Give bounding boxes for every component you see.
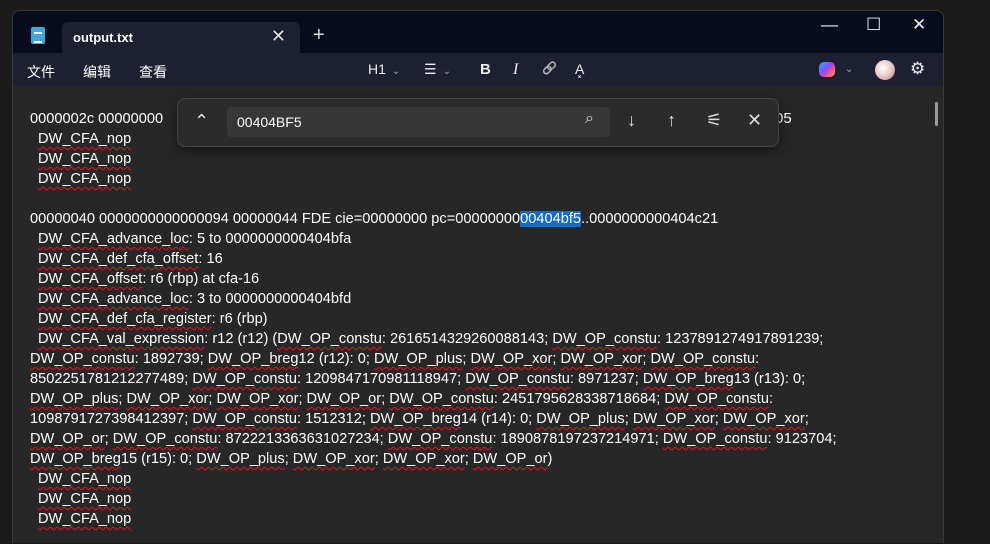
document-text[interactable]: 0000002c 00000000 DW_CFA_nop DW_CFA_nop DW_… [30,109,930,529]
text-line-content: DW_OP_breg15 (r15): 0; DW_OP_plus; DW_OP… [30,451,553,467]
text-line: DW_CFA_advance_loc: 3 to 0000000000404bf… [30,289,930,309]
close-tab-icon[interactable]: ✕ [271,26,286,47]
new-tab-button[interactable]: + [313,24,325,47]
find-options-icon[interactable]: ⚟ [706,110,722,131]
find-next-button[interactable]: ↓ [627,110,636,131]
text-editor[interactable]: 0000002c 00000000 DW_CFA_nop DW_CFA_nop DW_… [13,86,943,543]
text-line-content: DW_CFA_advance_loc: 3 to 0000000000404bf… [38,291,352,307]
text-line-content: DW_OP_or; DW_OP_constu: 8722213363631027… [30,431,837,447]
menu-edit[interactable]: 编辑 [83,62,111,82]
copilot-chevron-icon[interactable]: ⌄ [845,64,853,75]
text-line-content: DW_OP_plus; DW_OP_xor; DW_OP_xor; DW_OP_… [30,391,774,407]
text-line: DW_CFA_nop [30,169,930,189]
text-line: 1098791727398412397; DW_OP_constu: 15123… [30,409,930,429]
tab-output-txt[interactable]: output.txt ✕ [62,22,300,53]
bold-button[interactable]: B [480,61,491,78]
menu-file[interactable]: 文件 [27,62,55,82]
text-line-content: DW_CFA_def_cfa_register: r6 (rbp) [38,311,268,327]
text-line: DW_OP_constu: 1892739; DW_OP_breg12 (r12… [30,349,930,369]
text-line: DW_CFA_nop [30,469,930,489]
search-icon[interactable]: ⌕ [585,110,594,128]
scrollbar-thumb[interactable] [935,102,938,126]
menu-view[interactable]: 查看 [139,62,167,82]
heading-dropdown[interactable]: H1 ⌄ [368,61,400,77]
text-line: DW_OP_breg15 (r15): 0; DW_OP_plus; DW_OP… [30,449,930,469]
spellcheck-button[interactable]: A͓ [575,61,584,77]
maximize-button[interactable]: ☐ [866,15,881,35]
find-match-highlight: 00404bf5 [520,211,582,227]
text-line: 8502251781212277489; DW_OP_constu: 12098… [30,369,930,389]
text-line-content: DW_CFA_nop [38,491,132,507]
text-line: DW_OP_or; DW_OP_constu: 8722213363631027… [30,429,930,449]
text-line [30,189,930,209]
text-line: DW_CFA_nop [30,509,930,529]
avatar[interactable] [875,60,895,80]
text-line-content: DW_CFA_nop [38,131,132,147]
italic-button[interactable]: I [513,61,518,79]
title-bar: output.txt ✕ + — ☐ ✕ [13,11,943,53]
text-line-content: DW_CFA_nop [38,511,132,527]
list-icon: ☰ [424,61,437,77]
menu-bar: 文件 编辑 查看 H1 ⌄ ☰ ⌄ B I 🔗 A͓ ⌄ ⚙ [13,53,943,86]
notepad-window: output.txt ✕ + — ☐ ✕ 文件 编辑 查看 H1 ⌄ ☰ ⌄ B I… [12,10,944,543]
text-line-head: 0000002c 00000000 [30,111,164,127]
heading-label: H1 [368,61,386,77]
text-line-content: 1098791727398412397; DW_OP_constu: 15123… [30,411,809,427]
text-line-content: 8502251781212277489; DW_OP_constu: 12098… [30,371,806,387]
text-line: DW_OP_plus; DW_OP_xor; DW_OP_xor; DW_OP_… [30,389,930,409]
settings-gear-icon[interactable]: ⚙ [910,59,925,79]
minimize-button[interactable]: — [821,15,838,35]
text-line-content: DW_CFA_offset: r6 (rbp) at cfa-16 [38,271,260,287]
text-line: DW_CFA_nop [30,149,930,169]
text-line-content: DW_OP_constu: 1892739; DW_OP_breg12 (r12… [30,351,760,367]
tab-label: output.txt [73,30,133,45]
text-line: DW_CFA_nop [30,489,930,509]
text-line-content: DW_CFA_def_cfa_offset: 16 [38,251,223,267]
list-dropdown[interactable]: ☰ ⌄ [424,61,451,78]
find-input[interactable] [227,107,610,137]
text-line-content: DW_CFA_val_expression: r12 (r12) (DW_OP_… [38,331,824,347]
find-previous-button[interactable]: ↑ [667,110,676,131]
text-line: 00000040 0000000000000094 00000044 FDE c… [30,209,930,229]
text-line: DW_CFA_offset: r6 (rbp) at cfa-16 [30,269,930,289]
link-button[interactable]: 🔗 [542,61,557,75]
text-line: DW_CFA_def_cfa_register: r6 (rbp) [30,309,930,329]
find-panel: ⌃ ⌕ ↓ ↑ ⚟ ✕ [177,98,779,147]
chevron-down-icon: ⌄ [442,66,451,77]
text-line: DW_CFA_def_cfa_offset: 16 [30,249,930,269]
text-line-content: DW_CFA_nop [38,171,132,187]
text-line: DW_CFA_val_expression: r12 (r12) (DW_OP_… [30,329,930,349]
close-find-button[interactable]: ✕ [747,110,762,131]
text-line: DW_CFA_advance_loc: 5 to 0000000000404bf… [30,229,930,249]
copilot-icon[interactable] [819,62,835,77]
text-line-content: DW_CFA_nop [38,151,132,167]
collapse-find-icon[interactable]: ⌃ [194,111,209,132]
notepad-icon [31,27,45,44]
text-line-content: DW_CFA_nop [38,471,132,487]
chevron-down-icon: ⌄ [391,66,401,77]
close-window-button[interactable]: ✕ [912,15,926,35]
text-line-content: DW_CFA_advance_loc: 5 to 0000000000404bf… [38,231,352,247]
text-line-content: 00000040 0000000000000094 00000044 FDE c… [30,211,719,227]
